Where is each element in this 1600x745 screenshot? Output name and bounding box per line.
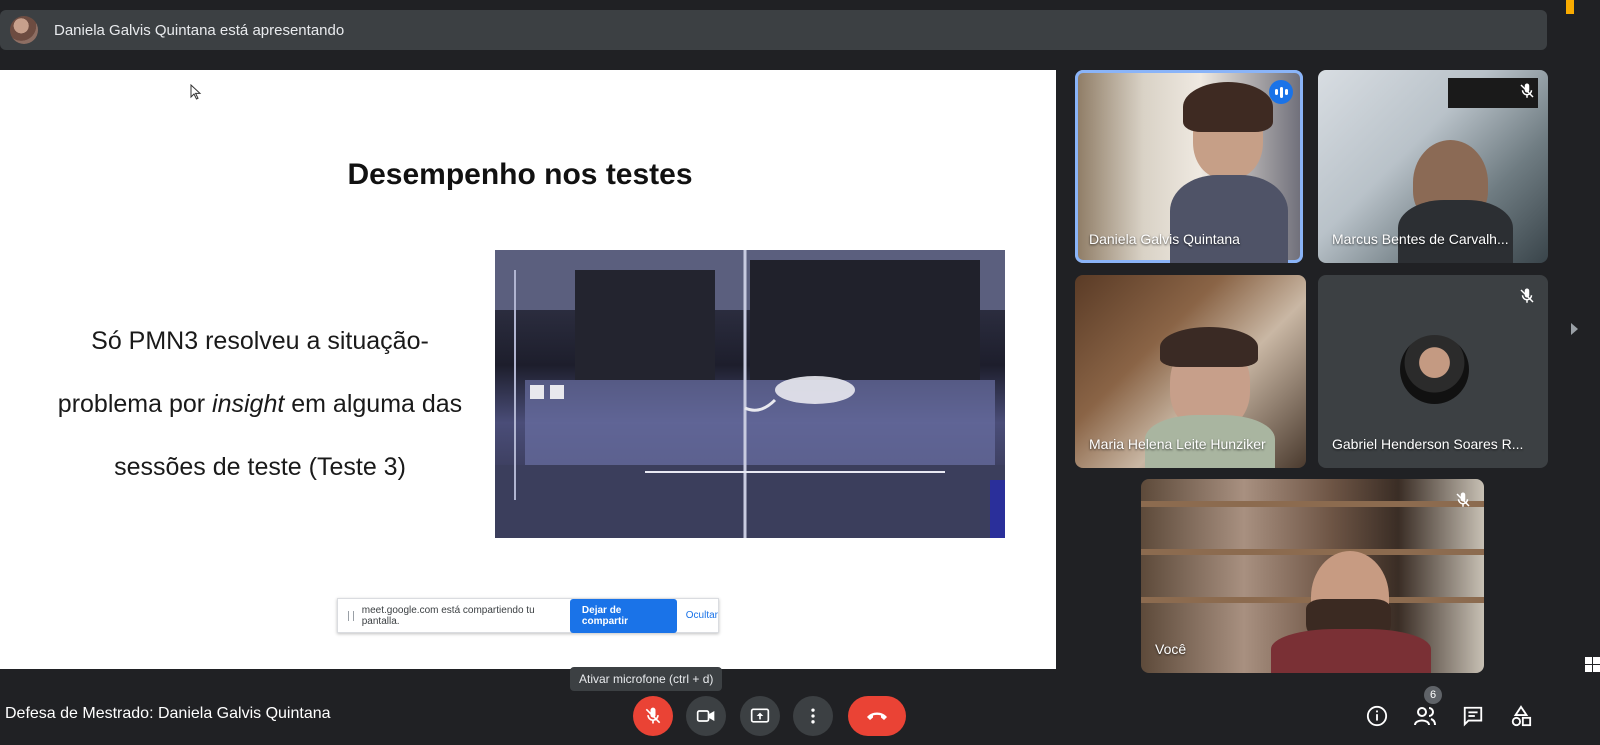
side-panel-strip <box>1563 0 1600 745</box>
slide-body-text: Só PMN3 resolveu a situação- problema po… <box>30 310 490 499</box>
shared-screen: Desempenho nos testes Só PMN3 resolveu a… <box>0 70 1056 669</box>
toggle-mic-button[interactable] <box>633 696 673 736</box>
more-options-button[interactable] <box>793 696 833 736</box>
screen-share-bar: meet.google.com está compartiendo tu pan… <box>337 598 719 633</box>
mic-off-icon <box>1520 288 1534 303</box>
avatar <box>1400 335 1469 404</box>
presenter-avatar <box>10 16 38 44</box>
participant-tile-self[interactable]: Você <box>1141 479 1484 673</box>
slide-text-line-2: problema por insight em alguma das <box>57 390 463 418</box>
mouse-cursor-icon <box>190 84 202 100</box>
participant-name: Maria Helena Leite Hunziker <box>1089 436 1266 452</box>
mic-off-icon <box>1456 492 1470 507</box>
hide-share-bar-link[interactable]: Ocultar <box>686 610 718 621</box>
participant-tile-marcus[interactable]: Marcus Bentes de Carvalh... <box>1318 70 1548 263</box>
leave-call-button[interactable] <box>848 696 906 736</box>
participant-tile-gabriel[interactable]: Gabriel Henderson Soares R... <box>1318 275 1548 468</box>
mic-tooltip: Ativar microfone (ctrl + d) <box>570 667 723 691</box>
shapes-icon <box>1511 705 1532 727</box>
status-indicator <box>1566 0 1574 14</box>
present-icon <box>750 708 770 723</box>
presenting-banner: Daniela Galvis Quintana está apresentand… <box>0 10 1547 50</box>
participant-tile-daniela[interactable]: Daniela Galvis Quintana <box>1075 70 1303 263</box>
participants-button[interactable] <box>1410 701 1440 731</box>
expand-arrow-icon[interactable] <box>1571 323 1578 335</box>
mic-off-icon <box>645 707 661 724</box>
slide-text-line-1: Só PMN3 resolveu a situação- <box>91 327 429 355</box>
meeting-details-button[interactable] <box>1362 701 1392 731</box>
windows-logo-icon <box>1585 657 1600 672</box>
participant-name: Você <box>1155 641 1187 657</box>
chat-icon <box>1463 706 1483 727</box>
meeting-title: Defesa de Mestrado: Daniela Galvis Quint… <box>5 705 331 722</box>
participant-name: Daniela Galvis Quintana <box>1089 231 1240 247</box>
share-message: meet.google.com está compartiendo tu pan… <box>361 604 535 627</box>
info-icon <box>1366 705 1388 727</box>
hang-up-icon <box>867 712 887 720</box>
activities-button[interactable] <box>1506 701 1536 731</box>
participant-count-badge: 6 <box>1424 686 1442 704</box>
aquarium-photo <box>495 250 1005 538</box>
drag-handle-icon[interactable] <box>348 610 354 621</box>
present-screen-button[interactable] <box>740 696 780 736</box>
slide-text-line-3: sessões de teste (Teste 3) <box>114 453 406 481</box>
participant-tile-maria[interactable]: Maria Helena Leite Hunziker <box>1075 275 1306 468</box>
mic-off-icon <box>1520 83 1534 98</box>
participant-name: Marcus Bentes de Carvalh... <box>1332 231 1509 247</box>
slide-title: Desempenho nos testes <box>347 158 693 191</box>
toggle-camera-button[interactable] <box>686 696 726 736</box>
more-vert-icon <box>811 708 815 724</box>
speaking-indicator-icon <box>1269 80 1293 104</box>
camera-icon <box>696 710 715 722</box>
participant-name: Gabriel Henderson Soares R... <box>1332 436 1524 452</box>
people-icon <box>1414 707 1436 726</box>
presenting-text: Daniela Galvis Quintana está apresentand… <box>54 21 345 39</box>
stop-sharing-button[interactable]: Dejar de compartir <box>569 598 677 633</box>
chat-button[interactable] <box>1458 701 1488 731</box>
